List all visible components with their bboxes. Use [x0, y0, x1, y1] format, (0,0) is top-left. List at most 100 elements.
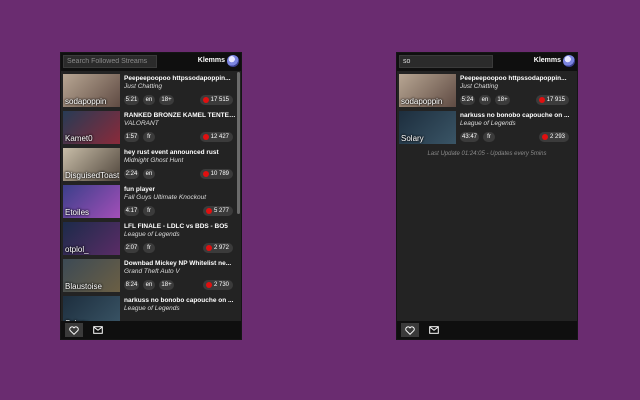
- stream-info: narkuss no bonobo capouche on ... League …: [460, 112, 572, 127]
- live-dot-icon: [202, 134, 209, 140]
- uptime-badge: 2:07: [124, 243, 139, 253]
- viewer-count: 12 427: [199, 132, 233, 142]
- stream-row[interactable]: Blaustoise Downbad Mickey NP Whitelist ne…: [61, 256, 241, 293]
- messages-button[interactable]: [89, 323, 107, 337]
- last-update-text: Last Update 01:24:05 - Updates every 5mi…: [427, 151, 547, 157]
- username: Klemms: [533, 57, 561, 64]
- tag-badge: en: [143, 169, 155, 179]
- footer-bar: [397, 321, 577, 339]
- tag-badge: fr: [143, 243, 155, 253]
- stream-list: sodapoppin Peepeepoopoo httpssodapoppin..…: [397, 71, 577, 321]
- stream-info: Downbad Mickey NP Whitelist ne... Grand T…: [124, 260, 236, 275]
- stream-thumbnail[interactable]: otplol_: [63, 222, 120, 255]
- viewer-count-value: 5 277: [213, 208, 229, 214]
- channel-name: Solary: [401, 134, 424, 143]
- stream-row[interactable]: DisguisedToast hey rust event announced r…: [61, 145, 241, 182]
- tag-badge: fr: [143, 132, 155, 142]
- stream-thumbnail[interactable]: Etoiles: [63, 185, 120, 218]
- tag-badge: fr: [143, 206, 155, 216]
- stream-row[interactable]: Solary narkuss no bonobo capouche on ...L…: [61, 293, 241, 321]
- stream-info: fun player Fall Guys Ultimate Knockout: [124, 186, 236, 201]
- channel-name: otplol_: [65, 245, 89, 254]
- channel-name: DisguisedToast: [65, 171, 120, 180]
- stream-info: LFL FINALE - LDLC vs BDS - BO5 League of …: [124, 223, 236, 238]
- stream-title: narkuss no bonobo capouche on ...: [460, 112, 570, 119]
- uptime-badge: 43:47: [460, 132, 479, 142]
- stream-title: fun player: [124, 186, 156, 193]
- stream-row[interactable]: sodapoppin Peepeepoopoo httpssodapoppin..…: [397, 71, 577, 108]
- live-dot-icon: [538, 97, 545, 103]
- game-name: League of Legends: [124, 231, 180, 238]
- stream-title: narkuss no bonobo capouche on ...: [124, 297, 234, 304]
- live-dot-icon: [202, 171, 209, 177]
- favorites-button[interactable]: [401, 323, 419, 337]
- game-name: Midnight Ghost Hunt: [124, 157, 184, 164]
- channel-name: sodapoppin: [401, 97, 443, 106]
- messages-button[interactable]: [425, 323, 443, 337]
- stream-info: narkuss no bonobo capouche on ... League …: [124, 297, 236, 312]
- game-name: Just Chatting: [460, 83, 498, 90]
- stream-row[interactable]: otplol_ LFL FINALE - LDLC vs BDS - BO5 Lea…: [61, 219, 241, 256]
- game-name: Just Chatting: [124, 83, 162, 90]
- stream-list: sodapoppin Peepeepoopoo httpssodapoppin..…: [61, 71, 241, 321]
- stream-row[interactable]: Solary narkuss no bonobo capouche on ...L…: [397, 108, 577, 145]
- stream-thumbnail[interactable]: sodapoppin: [399, 74, 456, 107]
- stream-title: hey rust event announced rust: [124, 149, 219, 156]
- scrollbar[interactable]: [237, 72, 240, 214]
- viewer-count: 2 293: [538, 132, 569, 142]
- avatar[interactable]: [227, 55, 239, 67]
- stream-tags: 5:24 en 18+ 17 915: [460, 95, 572, 105]
- stream-title: Peepeepoopoo httpssodapoppin...: [460, 75, 567, 82]
- uptime-badge: 4:17: [124, 206, 139, 216]
- mail-icon: [93, 326, 103, 334]
- mail-icon: [429, 326, 439, 334]
- header-bar: Klemms: [397, 53, 577, 71]
- stream-title: Downbad Mickey NP Whitelist ne...: [124, 260, 232, 267]
- stream-title: RANKED BRONZE KAMEL TENTE ...: [124, 112, 236, 119]
- viewer-count: 5 277: [202, 206, 233, 216]
- uptime-badge: 1:57: [124, 132, 139, 142]
- stream-thumbnail[interactable]: Kamet0: [63, 111, 120, 144]
- heart-icon: [405, 325, 415, 335]
- uptime-badge: 2:24: [124, 169, 139, 179]
- game-name: League of Legends: [460, 120, 516, 127]
- stream-thumbnail[interactable]: sodapoppin: [63, 74, 120, 107]
- avatar[interactable]: [563, 55, 575, 67]
- viewer-count-value: 12 427: [210, 134, 229, 140]
- viewer-count-value: 2 972: [213, 245, 229, 251]
- tag-badge: 18+: [159, 95, 174, 105]
- popup-panel-left: Klemms sodapoppin Peepeepoopoo httpssodap…: [60, 52, 242, 340]
- stream-row[interactable]: Etoiles fun player Fall Guys Ultimate Knoc…: [61, 182, 241, 219]
- tag-badge: 18+: [495, 95, 510, 105]
- stream-info: RANKED BRONZE KAMEL TENTE ... VALORANT: [124, 112, 236, 127]
- tag-badge: 18+: [159, 280, 174, 290]
- search-input[interactable]: [399, 55, 493, 68]
- stream-tags: 2:07 fr 2 972: [124, 243, 236, 253]
- tag-badge: en: [479, 95, 491, 105]
- viewer-count: 17 515: [199, 95, 233, 105]
- stream-thumbnail[interactable]: Solary: [399, 111, 456, 144]
- live-dot-icon: [202, 97, 209, 103]
- stream-tags: 43:47 fr 2 293: [460, 132, 572, 142]
- stream-row[interactable]: Kamet0 RANKED BRONZE KAMEL TENTE ... VALOR…: [61, 108, 241, 145]
- favorites-button[interactable]: [65, 323, 83, 337]
- viewer-count: 17 915: [535, 95, 569, 105]
- viewer-count-value: 2 730: [213, 282, 229, 288]
- live-dot-icon: [205, 245, 212, 251]
- stream-row[interactable]: sodapoppin Peepeepoopoo httpssodapoppin..…: [61, 71, 241, 108]
- stream-tags: 8:24 en 18+ 2 730: [124, 280, 236, 290]
- tag-badge: fr: [483, 132, 495, 142]
- uptime-badge: 5:21: [124, 95, 139, 105]
- game-name: Grand Theft Auto V: [124, 268, 180, 275]
- stream-info: hey rust event announced rust Midnight Gh…: [124, 149, 236, 164]
- channel-name: sodapoppin: [65, 97, 107, 106]
- search-input[interactable]: [63, 55, 157, 68]
- live-dot-icon: [541, 134, 548, 140]
- stream-thumbnail[interactable]: Blaustoise: [63, 259, 120, 292]
- popup-panel-right: Klemms sodapoppin Peepeepoopoo httpssodap…: [396, 52, 578, 340]
- game-name: Fall Guys Ultimate Knockout: [124, 194, 207, 201]
- stream-thumbnail[interactable]: Solary: [63, 296, 120, 321]
- stream-thumbnail[interactable]: DisguisedToast: [63, 148, 120, 181]
- heart-icon: [69, 325, 79, 335]
- stream-title: Peepeepoopoo httpssodapoppin...: [124, 75, 231, 82]
